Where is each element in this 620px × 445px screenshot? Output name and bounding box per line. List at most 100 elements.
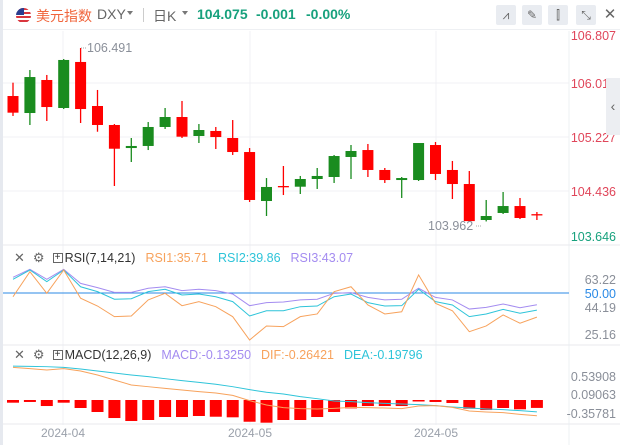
- candle-body: [480, 216, 492, 220]
- rsi-header: ✕ ⚙ + RSI(7,14,21) RSI1:35.71 RSI2:39.86…: [14, 250, 353, 266]
- rsi-title: RSI(7,14,21): [64, 251, 136, 265]
- macd-histogram-bar: [142, 400, 155, 420]
- macd-title: MACD(12,26,9): [64, 348, 152, 362]
- price-axis-label: 106.807: [571, 29, 616, 43]
- candle-body: [7, 96, 19, 113]
- candle-body: [210, 130, 222, 138]
- candle-body: [142, 126, 154, 146]
- instrument-code[interactable]: DXY: [97, 6, 126, 22]
- candle-body: [261, 186, 272, 202]
- candle-body: [75, 61, 87, 110]
- macd-histogram-bar: [108, 400, 121, 419]
- macd-histogram-bar: [57, 400, 70, 403]
- candle-body: [227, 137, 239, 153]
- period-dropdown-icon[interactable]: [182, 11, 188, 15]
- macd-histogram-bar: [446, 400, 459, 403]
- candle-body: [125, 145, 137, 149]
- us-flag-icon: [16, 8, 31, 23]
- candle-body: [311, 175, 323, 179]
- rsi-settings-gear-icon[interactable]: ⚙: [33, 250, 45, 266]
- candle-type-icon[interactable]: ⫿: [548, 5, 568, 25]
- last-price: 104.075: [197, 6, 248, 22]
- instrument-name[interactable]: 美元指数: [36, 6, 92, 26]
- chart-header: 美元指数 DXY 日K 104.075 -0.001 -0.00% ⩘ ✎ ⫿ …: [3, 0, 620, 30]
- candle-body: [362, 150, 374, 170]
- indicator-icon[interactable]: ⩘: [496, 5, 516, 25]
- macd-histogram-bar: [226, 400, 239, 418]
- macd-histogram-bar: [176, 400, 188, 418]
- close-macd-icon[interactable]: ✕: [14, 347, 25, 363]
- macd-histogram-bar: [40, 400, 53, 407]
- macd-settings-gear-icon[interactable]: ⚙: [33, 347, 45, 363]
- period-selector[interactable]: 日K: [153, 6, 176, 26]
- macd-histogram-bar: [277, 400, 290, 420]
- macd-histogram-bar: [159, 400, 172, 418]
- candle-body: [176, 117, 188, 137]
- rsi3-value: RSI3:43.07: [290, 251, 354, 265]
- candle-body: [58, 59, 70, 108]
- instrument-dropdown-icon[interactable]: [127, 11, 133, 15]
- candle-body: [159, 117, 171, 127]
- macd-header: ✕ ⚙ + MACD(12,26,9) MACD:-0.13250 DIF:-0…: [14, 347, 423, 363]
- macd-histogram-bar: [243, 400, 256, 422]
- expand-icon[interactable]: +: [52, 350, 63, 360]
- macd-histogram-bar: [74, 400, 87, 408]
- dea-value: DEA:-0.19796: [344, 348, 423, 362]
- macd-histogram-bar: [429, 400, 442, 402]
- candle-body: [24, 77, 36, 114]
- macd-histogram-bar: [125, 400, 138, 422]
- candle-body: [446, 169, 458, 185]
- candle-body: [396, 178, 408, 181]
- macd-histogram-bar: [192, 400, 205, 416]
- candle-body: [497, 206, 509, 213]
- candle-body: [379, 169, 391, 181]
- rsi1-value: RSI1:35.71: [145, 251, 208, 265]
- x-axis-label: 2024-05: [414, 426, 458, 440]
- candle-body: [328, 156, 340, 177]
- rsi2-value: RSI2:39.86: [217, 251, 281, 265]
- candle-body: [345, 150, 357, 157]
- expand-icon[interactable]: +: [52, 253, 63, 263]
- candle-body: [430, 145, 441, 174]
- candle-body: [92, 105, 103, 125]
- candle-body: [193, 130, 205, 136]
- macd-axis-label: 0.53908: [571, 370, 616, 384]
- macd-histogram-bar: [514, 400, 526, 410]
- price-change: -0.001: [256, 6, 296, 22]
- macd-histogram-bar: [91, 400, 104, 412]
- macd-histogram-bar: [412, 400, 425, 402]
- x-axis-label: 2024-04: [41, 426, 85, 440]
- candle-body: [514, 206, 526, 219]
- macd-histogram-bar: [23, 400, 36, 402]
- candle-body: [244, 152, 256, 200]
- candle-body: [463, 184, 475, 222]
- rsi-axis-label: 25.16: [585, 328, 616, 342]
- macd-histogram-bar: [294, 400, 307, 420]
- macd-histogram-bar: [530, 400, 543, 408]
- dif-value: DIF:-0.26421: [261, 348, 334, 362]
- macd-histogram-bar: [395, 400, 408, 407]
- macd-histogram-bar: [7, 400, 19, 403]
- chart-canvas[interactable]: 106.807106.017105.227104.436103.646106.4…: [0, 0, 620, 445]
- macd-axis-label: 0.09063: [571, 388, 616, 402]
- candle-body: [108, 124, 120, 149]
- macd-histogram-bar: [209, 400, 222, 417]
- close-rsi-icon[interactable]: ✕: [14, 250, 25, 266]
- price-change-pct: -0.00%: [306, 6, 351, 22]
- candle-body: [413, 143, 425, 181]
- x-axis-label: 2024-05: [228, 426, 272, 440]
- rsi-axis-label: 50.00: [585, 287, 616, 301]
- close-icon[interactable]: ✕: [600, 5, 620, 25]
- rsi-axis-label: 44.19: [585, 301, 616, 315]
- rsi-axis-label: 63.22: [585, 273, 616, 287]
- macd-histogram-bar: [497, 400, 510, 408]
- macd-axis-label: -0.35781: [567, 407, 616, 421]
- shrink-icon[interactable]: ⤡: [576, 5, 596, 25]
- draw-icon[interactable]: ✎: [522, 5, 542, 25]
- collapse-panel-button[interactable]: ‹: [606, 78, 620, 135]
- price-axis-label: 104.436: [571, 185, 616, 199]
- price-axis-label: 103.646: [571, 230, 616, 244]
- rsi1-line: [12, 269, 538, 341]
- candle-body: [294, 178, 306, 187]
- low-price-label: 103.962: [428, 219, 473, 233]
